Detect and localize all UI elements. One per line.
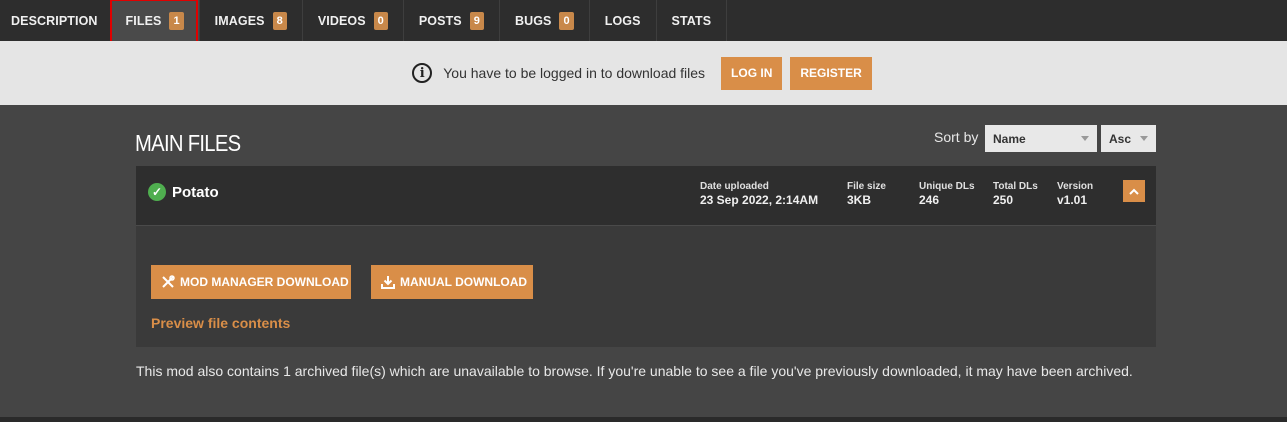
total-downloads-value: 250 [993,193,1014,207]
file-size-value: 3KB [847,193,872,207]
archive-note: This mod also contains 1 archived file(s… [136,363,1133,379]
count-badge: 0 [373,11,388,30]
tab-label: LOGS [604,13,641,28]
mod-manager-download-button[interactable]: MOD MANAGER DOWNLOAD [151,265,351,299]
date-uploaded-value: 23 Sep 2022, 2:14AM [700,193,819,207]
tab-label: STATS [671,13,712,28]
tab-label: FILES [125,13,162,28]
register-button[interactable]: REGISTER [790,56,872,90]
manual-download-button[interactable]: MANUAL DOWNLOAD [371,265,533,299]
count-badge: 9 [469,11,484,30]
sort-field-value: Name [993,131,1026,146]
page-title: MAIN FILES [135,130,241,156]
chevron-down-icon [1081,136,1089,141]
sort-order-select[interactable]: Asc [1101,125,1156,152]
file-size-label: File size [847,181,886,192]
count-badge: 8 [272,11,287,30]
check-circle-icon: ✓ [148,183,166,201]
file-name: Potato [172,184,219,201]
tab-label: POSTS [418,13,462,28]
log-in-button[interactable]: LOG IN [721,56,783,90]
login-message: You have to be logged in to download fil… [443,65,706,81]
collapse-button[interactable] [1123,180,1145,202]
tab-files[interactable]: FILES 1 [109,0,200,44]
tab-label: BUGS [514,13,552,28]
tab-images[interactable]: IMAGES 8 [200,0,303,41]
tab-bar: DESCRIPTION FILES 1 IMAGES 8 VIDEOS 0 PO… [0,0,1287,44]
unique-downloads-label: Unique DLs [919,181,975,192]
version: Version v1.01 [1057,180,1093,208]
info-icon: i [412,63,433,83]
chevron-up-icon [1129,188,1139,195]
tab-label: DESCRIPTION [11,13,98,28]
date-uploaded-label: Date uploaded [700,181,769,192]
version-value: v1.01 [1057,193,1088,207]
tab-posts[interactable]: POSTS 9 [404,0,500,41]
sort-field-select[interactable]: Name [985,125,1097,152]
date-uploaded: Date uploaded 23 Sep 2022, 2:14AM [700,180,818,208]
tab-bugs[interactable]: BUGS 0 [500,0,590,41]
manual-download-label: MANUAL DOWNLOAD [400,275,528,289]
unique-downloads-value: 246 [919,193,940,207]
sort-by-label: Sort by [934,129,979,145]
tab-logs[interactable]: LOGS [590,0,657,41]
tab-videos[interactable]: VIDEOS 0 [303,0,404,41]
count-badge: 1 [169,11,184,30]
download-icon [381,276,395,289]
total-downloads-label: Total DLs [993,181,1038,192]
sort-order-value: Asc [1109,131,1132,146]
tab-label: IMAGES [214,13,265,28]
footer-divider [0,417,1287,422]
tab-description[interactable]: DESCRIPTION [0,0,111,41]
file-size: File size 3KB [847,180,886,208]
mod-manager-download-label: MOD MANAGER DOWNLOAD [180,275,349,289]
chevron-down-icon [1140,136,1148,141]
preview-file-contents-link[interactable]: Preview file contents [151,315,290,331]
tab-label: VIDEOS [317,13,366,28]
login-notice-bar: i You have to be logged in to download f… [0,41,1287,105]
unique-downloads: Unique DLs 246 [919,180,975,208]
tab-stats[interactable]: STATS [657,0,728,41]
total-downloads: Total DLs 250 [993,180,1038,208]
tools-icon [162,275,175,288]
version-label: Version [1057,181,1094,192]
count-badge: 0 [559,11,574,30]
